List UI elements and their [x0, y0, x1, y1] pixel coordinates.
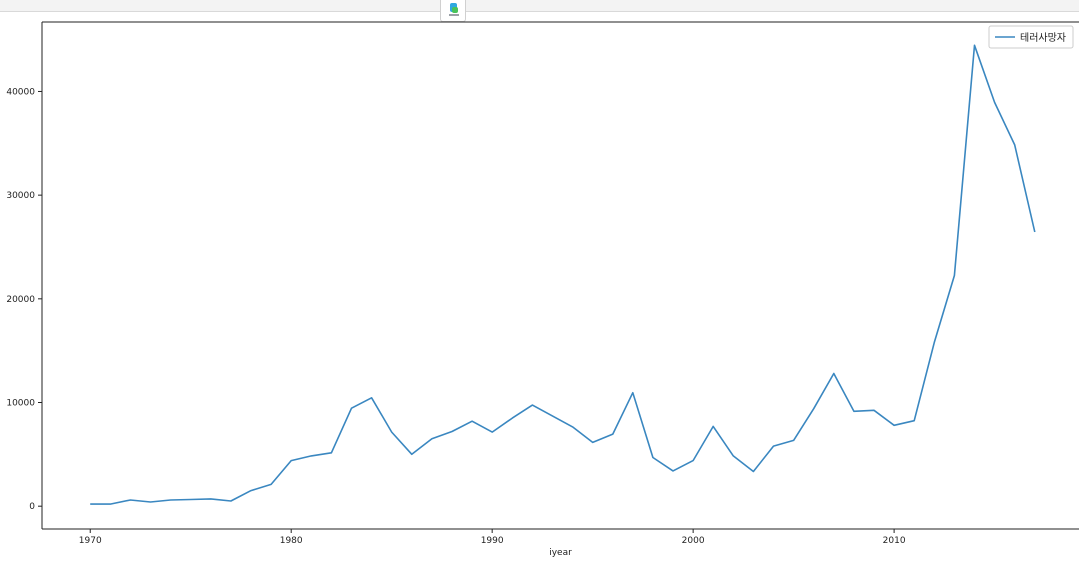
y-tick-label: 0 [29, 502, 35, 512]
x-tick-label: 2000 [682, 536, 705, 546]
x-tick-label: 1980 [280, 536, 303, 546]
x-axis-label: iyear [549, 548, 572, 558]
legend-label: 테러사망자 [1020, 32, 1066, 44]
y-tick-label: 30000 [6, 191, 35, 201]
x-tick-label: 2010 [883, 536, 906, 546]
y-tick-label: 20000 [6, 295, 35, 305]
series-line [90, 44, 1036, 505]
y-tick-label: 10000 [6, 399, 35, 409]
x-tick-label: 1990 [481, 536, 504, 546]
line-chart: 1970 1980 1990 2000 2010 0 10000 20000 30000 4000… [6, 21, 1079, 558]
x-tick-label: 1970 [79, 536, 102, 546]
y-tick-label: 40000 [6, 87, 35, 97]
